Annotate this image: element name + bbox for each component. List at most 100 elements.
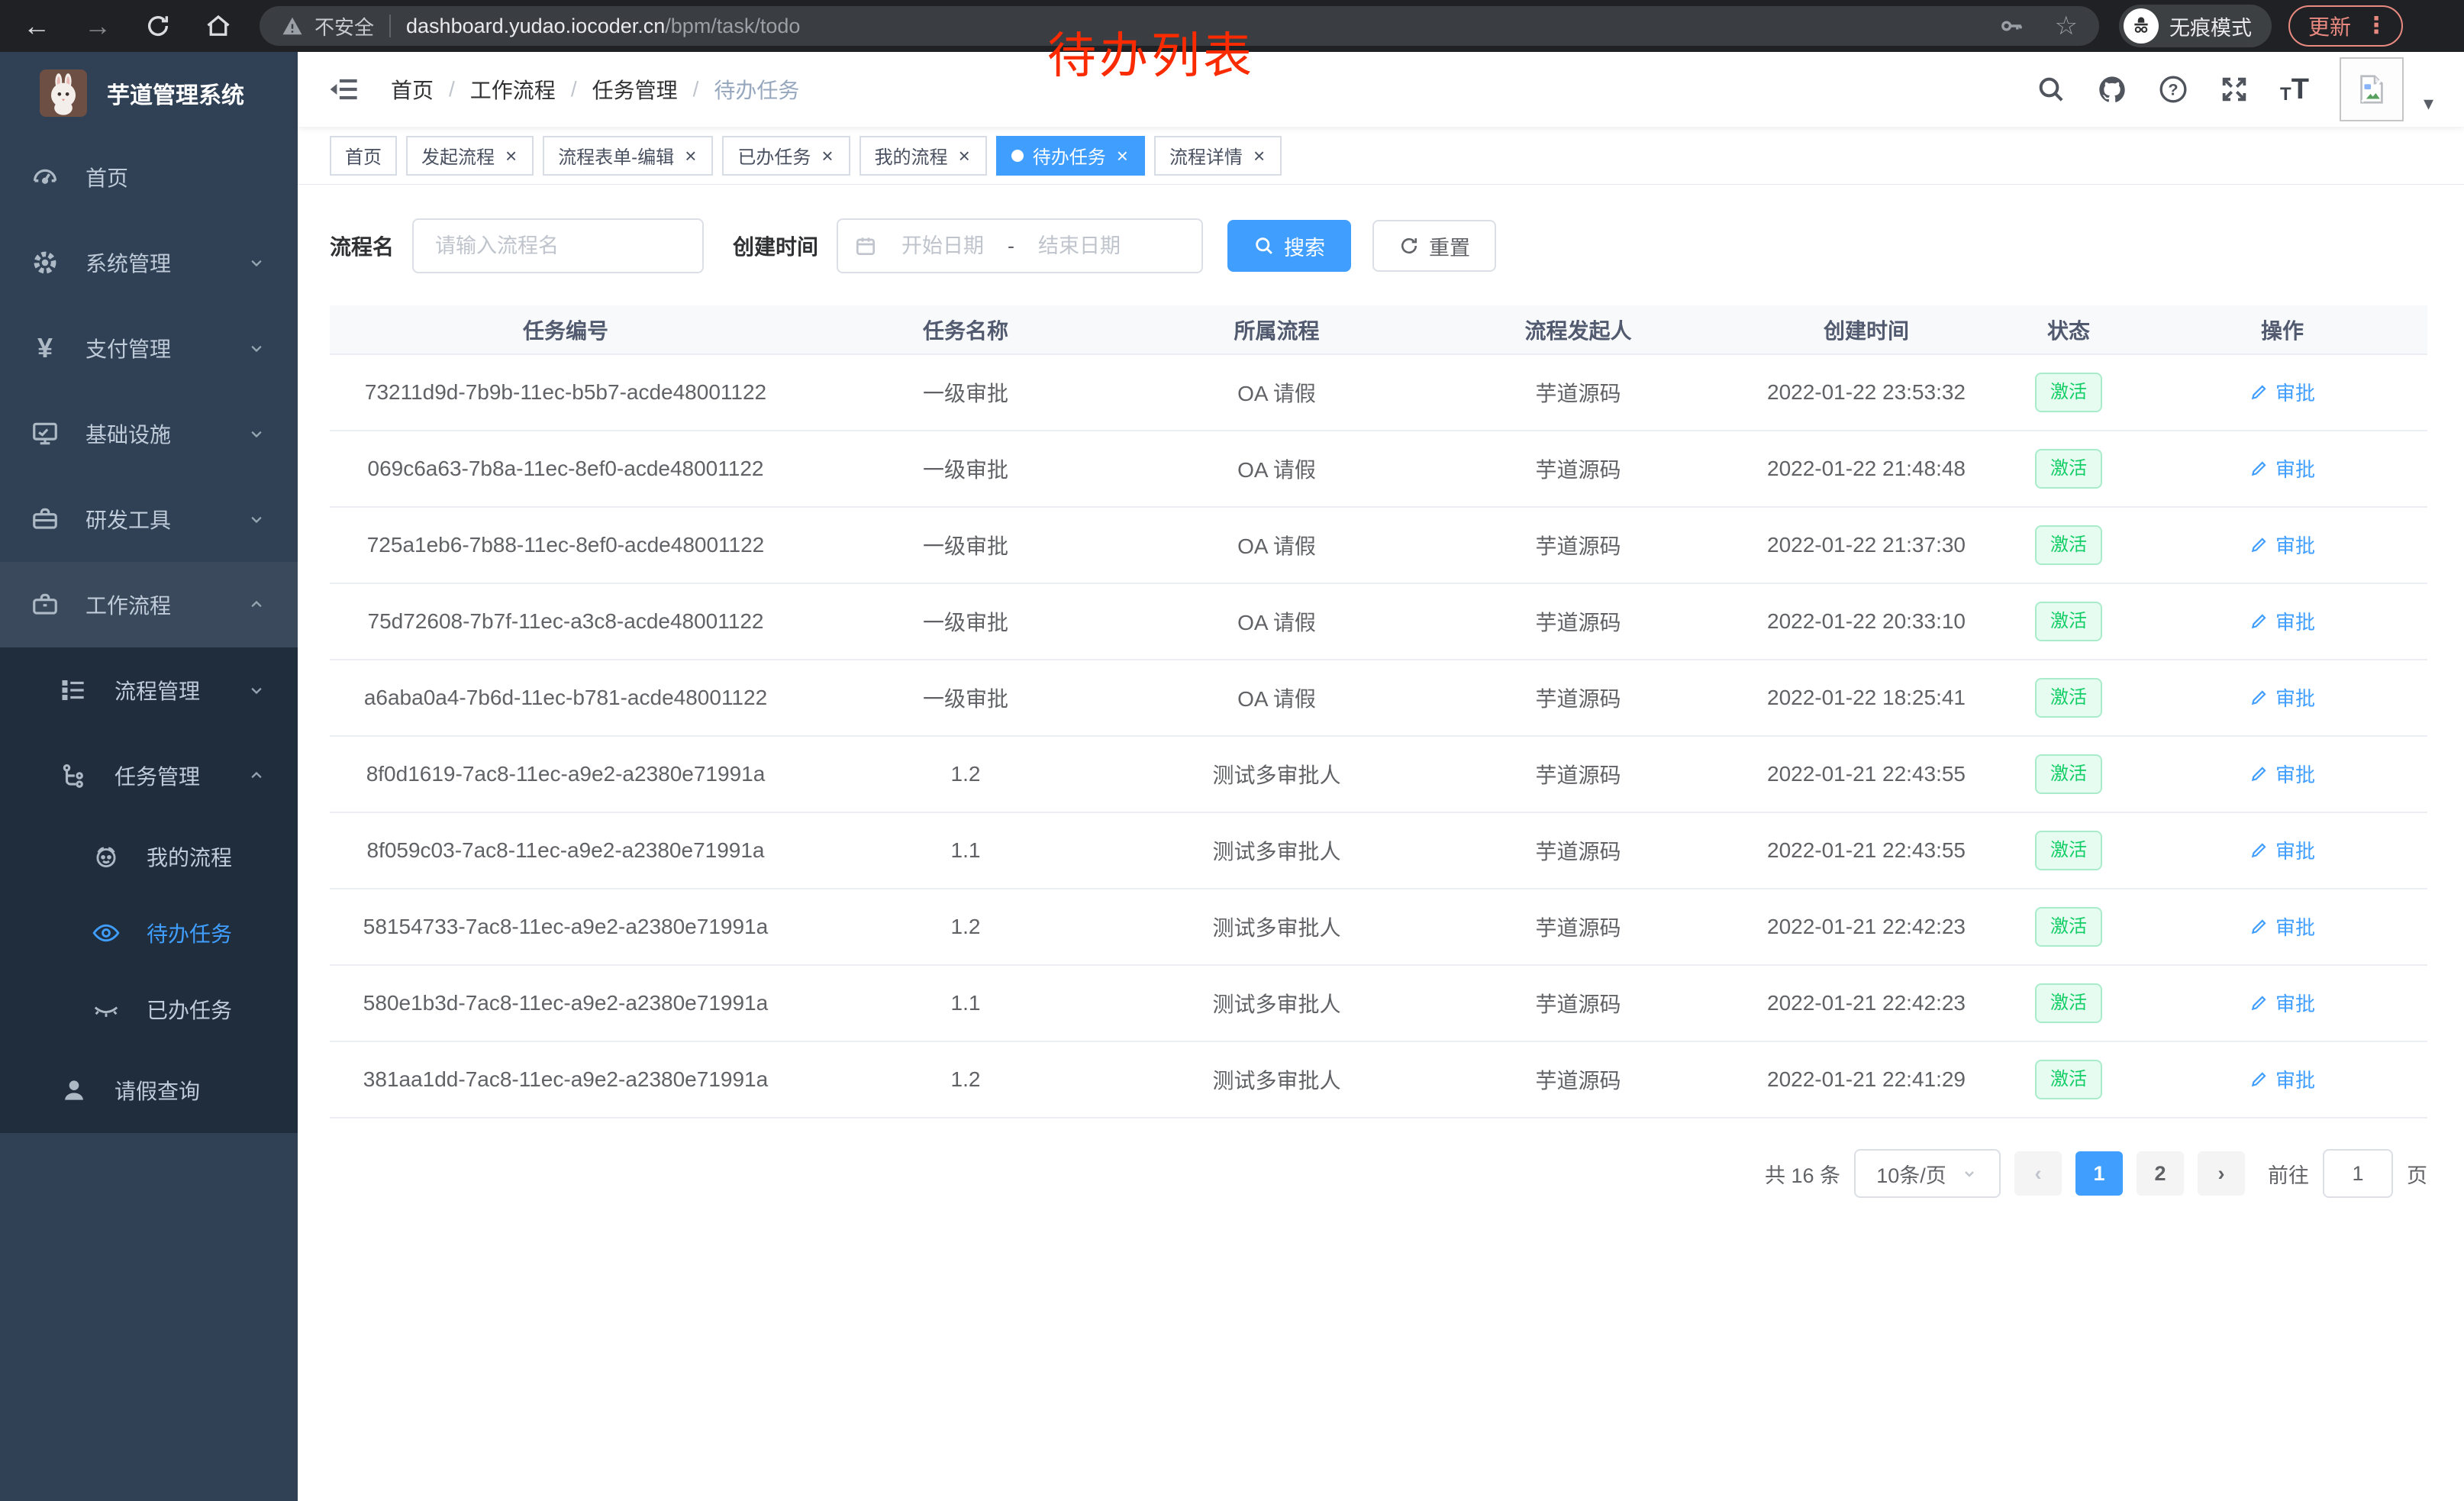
eye-open-icon: [92, 918, 121, 947]
col-header-task-name: 任务名称: [801, 305, 1130, 354]
goto-page-input[interactable]: [2323, 1149, 2393, 1198]
cell-initiator: 芋道源码: [1424, 354, 1733, 431]
status-badge: 激活: [2035, 1060, 2102, 1099]
cell-task-id: a6aba0a4-7b6d-11ec-b781-acde48001122: [330, 660, 801, 736]
close-icon[interactable]: ×: [504, 146, 518, 166]
cell-task-name: 一级审批: [801, 431, 1130, 507]
tab-home[interactable]: 首页: [330, 136, 397, 176]
cell-initiator: 芋道源码: [1424, 431, 1733, 507]
sidebar-item-task-mgmt[interactable]: 任务管理: [0, 733, 298, 818]
goto-label: 前往: [2268, 1159, 2309, 1189]
search-button[interactable]: 搜索: [1227, 220, 1351, 272]
approve-link[interactable]: 审批: [2250, 454, 2315, 483]
cell-task-name: 1.1: [801, 965, 1130, 1041]
help-icon[interactable]: ?: [2158, 74, 2188, 105]
cell-initiator: 芋道源码: [1424, 736, 1733, 812]
approve-link[interactable]: 审批: [2250, 1065, 2315, 1093]
page-size-select[interactable]: 10条/页: [1854, 1149, 2001, 1198]
gear-icon: [31, 248, 60, 277]
cell-create-time: 2022-01-21 22:42:23: [1733, 965, 2000, 1041]
page-button-1[interactable]: 1: [2075, 1151, 2123, 1196]
process-name-label: 流程名: [330, 231, 394, 261]
incognito-badge: 无痕模式: [2119, 5, 2272, 47]
password-key-icon[interactable]: [1998, 13, 2024, 39]
approve-link[interactable]: 审批: [2250, 989, 2315, 1017]
cell-initiator: 芋道源码: [1424, 965, 1733, 1041]
sidebar-item-home[interactable]: 首页: [0, 134, 298, 220]
tab-process-detail[interactable]: 流程详情×: [1154, 136, 1282, 176]
page-button-2[interactable]: 2: [2137, 1151, 2184, 1196]
end-date-input[interactable]: [1019, 234, 1140, 259]
cell-task-name: 1.2: [801, 736, 1130, 812]
bookmark-star-icon[interactable]: ☆: [2055, 11, 2078, 41]
close-icon[interactable]: ×: [1252, 146, 1266, 166]
tab-my-process[interactable]: 我的流程×: [859, 136, 987, 176]
github-icon[interactable]: [2097, 74, 2127, 105]
approve-link[interactable]: 审批: [2250, 683, 2315, 712]
table-row: 73211d9d-7b9b-11ec-b5b7-acde48001122一级审批…: [330, 354, 2427, 431]
date-range-picker[interactable]: -: [837, 218, 1203, 273]
tab-done-tasks[interactable]: 已办任务×: [722, 136, 850, 176]
close-icon[interactable]: ×: [683, 146, 698, 166]
list-tree-icon: [60, 676, 89, 705]
col-header-task-id: 任务编号: [330, 305, 801, 354]
browser-reload-button[interactable]: [145, 13, 171, 39]
breadcrumb-item-home[interactable]: 首页: [391, 74, 434, 105]
edit-pencil-icon: [2250, 763, 2269, 783]
start-date-input[interactable]: [882, 234, 1003, 259]
browser-forward-button[interactable]: →: [84, 12, 111, 40]
prev-page-button[interactable]: ‹: [2014, 1151, 2062, 1196]
incognito-icon: [2124, 8, 2159, 44]
font-size-icon[interactable]: TT: [2280, 75, 2309, 104]
approve-link[interactable]: 审批: [2250, 760, 2315, 788]
next-page-button[interactable]: ›: [2198, 1151, 2245, 1196]
yuan-icon: ¥: [31, 332, 60, 364]
browser-home-button[interactable]: [205, 12, 232, 40]
sidebar-item-infra[interactable]: 基础设施: [0, 391, 298, 476]
sidebar-item-leave-query[interactable]: 请假查询: [0, 1047, 298, 1133]
table-row: 580e1b3d-7ac8-11ec-a9e2-a2380e71991a1.1测…: [330, 965, 2427, 1041]
status-badge: 激活: [2035, 449, 2102, 489]
cell-task-id: 73211d9d-7b9b-11ec-b5b7-acde48001122: [330, 354, 801, 431]
sidebar-item-payment[interactable]: ¥ 支付管理: [0, 305, 298, 391]
date-range-separator: -: [1008, 234, 1014, 258]
approve-link[interactable]: 审批: [2250, 378, 2315, 406]
browser-menu-icon[interactable]: ⋮: [2365, 15, 2388, 37]
sidebar-item-process-mgmt[interactable]: 流程管理: [0, 647, 298, 733]
sidebar-item-todo-tasks[interactable]: 待办任务: [0, 895, 298, 971]
chevron-down-icon: [246, 679, 267, 701]
approve-link[interactable]: 审批: [2250, 607, 2315, 635]
approve-link[interactable]: 审批: [2250, 836, 2315, 864]
browser-chrome: ← → 不安全 dashboard.yudao.iocoder.cn/bpm/t…: [0, 0, 2464, 52]
tab-start-process[interactable]: 发起流程×: [406, 136, 534, 176]
cell-initiator: 芋道源码: [1424, 660, 1733, 736]
approve-link[interactable]: 审批: [2250, 531, 2315, 559]
app-logo-row[interactable]: 芋道管理系统: [0, 52, 298, 134]
close-icon[interactable]: ×: [1115, 146, 1130, 166]
sidebar-item-system[interactable]: 系统管理: [0, 220, 298, 305]
sidebar-collapse-icon[interactable]: [328, 73, 360, 105]
user-menu-caret-icon[interactable]: ▾: [2424, 92, 2433, 121]
sidebar-item-my-process[interactable]: 我的流程: [0, 818, 298, 895]
security-label[interactable]: 不安全: [314, 12, 374, 40]
sidebar-item-done-tasks[interactable]: 已办任务: [0, 971, 298, 1047]
sidebar-item-devtools[interactable]: 研发工具: [0, 476, 298, 562]
table-body: 73211d9d-7b9b-11ec-b5b7-acde48001122一级审批…: [330, 354, 2427, 1118]
tab-process-form-edit[interactable]: 流程表单-编辑×: [543, 136, 713, 176]
robot-face-icon: [92, 842, 121, 871]
approve-link[interactable]: 审批: [2250, 912, 2315, 941]
search-icon[interactable]: [2036, 74, 2066, 105]
close-icon[interactable]: ×: [957, 146, 972, 166]
address-bar[interactable]: 不安全 dashboard.yudao.iocoder.cn/bpm/task/…: [260, 6, 2099, 46]
user-avatar-broken-image[interactable]: [2340, 57, 2404, 121]
col-header-status: 状态: [2000, 305, 2137, 354]
sidebar-item-workflow[interactable]: 工作流程: [0, 562, 298, 647]
browser-update-button[interactable]: 更新 ⋮: [2288, 5, 2403, 47]
browser-back-button[interactable]: ←: [23, 12, 50, 40]
close-icon[interactable]: ×: [820, 146, 834, 166]
fullscreen-icon[interactable]: [2219, 74, 2250, 105]
chevron-down-icon: [1960, 1164, 1979, 1183]
tab-todo-tasks[interactable]: 待办任务×: [996, 136, 1145, 176]
process-name-input[interactable]: [412, 218, 704, 273]
reset-button[interactable]: 重置: [1372, 220, 1496, 272]
